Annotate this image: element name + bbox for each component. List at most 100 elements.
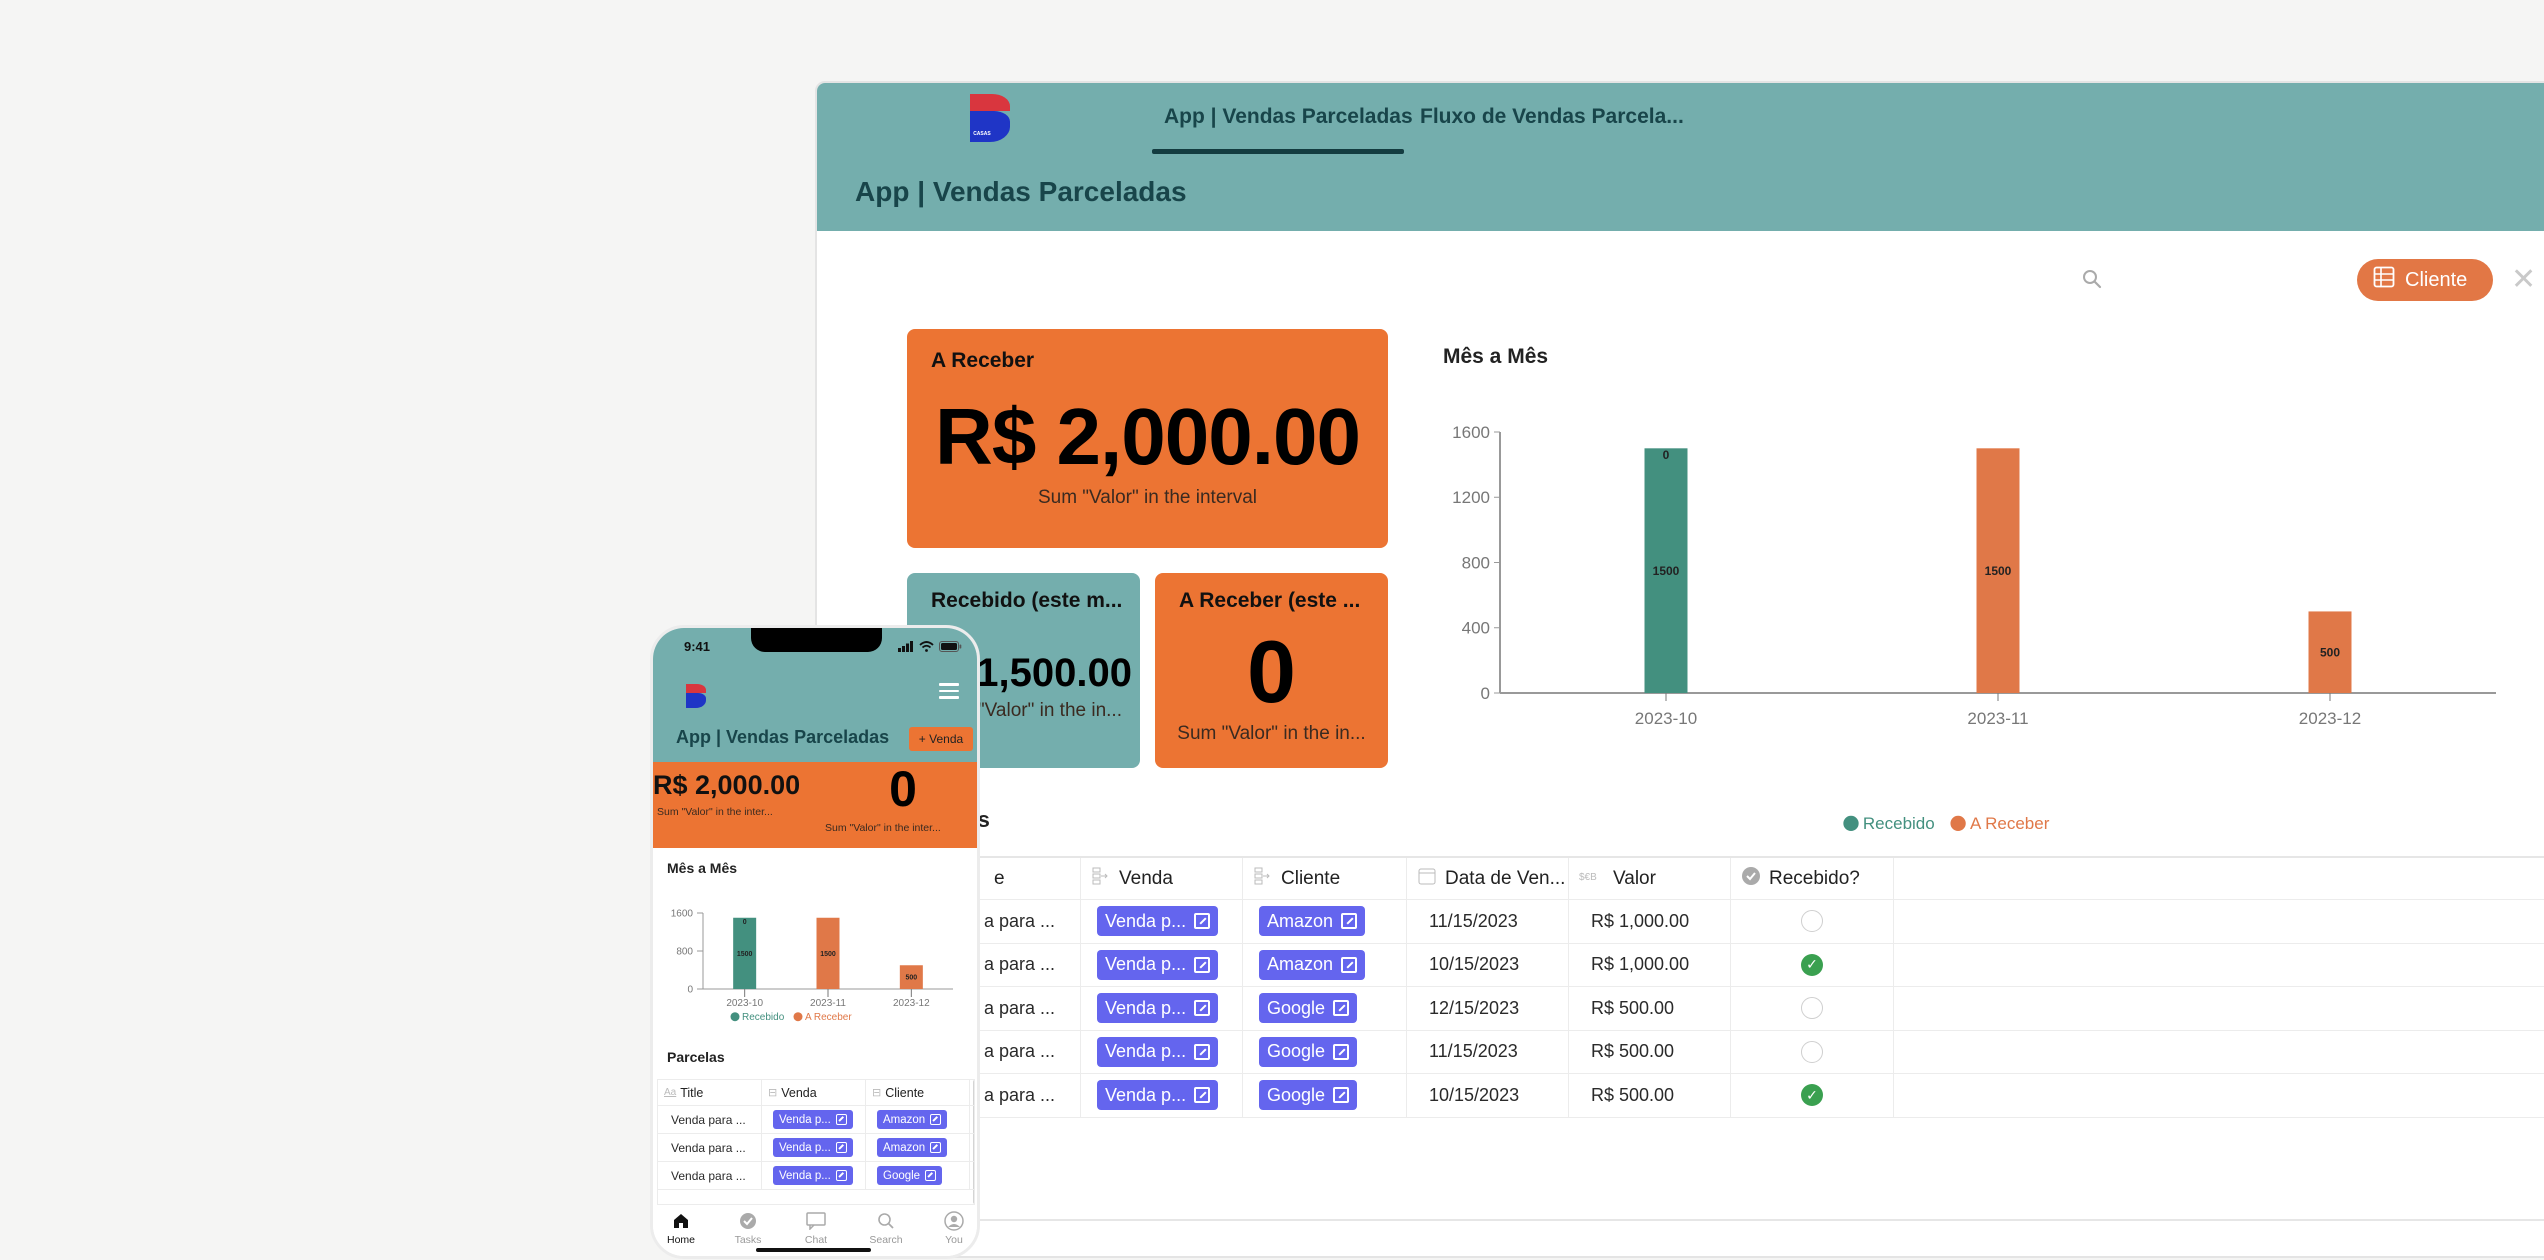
column-header-valor[interactable]: $€B Valor [1569, 858, 1731, 899]
search-icon[interactable] [2080, 267, 2104, 291]
column-header-label: Data de Ven... [1445, 867, 1566, 889]
unchecked-circle[interactable] [1801, 1040, 1823, 1063]
table-row[interactable]: a para ... Venda p... Google 10/15/2023 R$ 5… [817, 1074, 2544, 1118]
open-link-icon [835, 1142, 847, 1153]
column-header-cliente[interactable]: ⊟ Cliente [866, 1080, 970, 1105]
open-link-icon [925, 1170, 937, 1181]
venda-link-chip[interactable]: Venda p... [773, 1166, 853, 1185]
checked-icon[interactable]: ✓ [1801, 1084, 1823, 1107]
user-icon [924, 1211, 977, 1231]
cell-title: a para ... [984, 900, 1081, 943]
text-icon: Aa [664, 1087, 677, 1098]
column-header-title[interactable]: e [984, 858, 1081, 899]
cell-cliente: Google [866, 1162, 970, 1189]
cell-data: 11/15/2023 [1407, 1030, 1569, 1073]
nav-item-tasks[interactable]: Tasks [718, 1211, 778, 1246]
table-row[interactable]: Venda para ... Venda p... Google [658, 1162, 974, 1190]
close-icon[interactable]: ✕ [2511, 265, 2536, 295]
venda-link-chip[interactable]: Venda p... [773, 1110, 853, 1129]
mobile-total-subtitle: Sum "Valor" in the inter... [657, 806, 773, 818]
cell-recebido: ✓ [1731, 1074, 1894, 1117]
column-header-label: Recebido? [1769, 867, 1860, 889]
tab-fluxo-vendas-parceladas[interactable]: Fluxo de Vendas Parcela... [1420, 105, 1684, 129]
chip-label: Venda p... [1105, 997, 1187, 1018]
casas-bahia-logo[interactable]: CASAS [970, 94, 1010, 142]
nav-label: You [945, 1234, 963, 1246]
open-link-icon [1341, 956, 1358, 973]
signal-icon [898, 641, 913, 652]
cliente-filter-button[interactable]: Cliente [2357, 259, 2493, 301]
column-header-label: Venda [1119, 867, 1173, 889]
column-header-label: Cliente [885, 1085, 925, 1100]
bar-data-label: 1500 [1985, 564, 2012, 578]
legend-marker [1843, 815, 1859, 832]
column-header-label: Valor [1613, 867, 1656, 889]
open-link-icon [1333, 1043, 1350, 1060]
column-header-cliente[interactable]: Cliente [1243, 858, 1407, 899]
cliente-link-chip[interactable]: Google [1259, 1036, 1358, 1067]
card-title: A Receber [931, 349, 1035, 372]
open-link-icon [1194, 1000, 1211, 1017]
nav-item-search[interactable]: Search [856, 1211, 916, 1246]
checked-icon[interactable]: ✓ [1801, 953, 1823, 976]
table-row[interactable]: a para ... Venda p... Google 12/15/2023 R$ 5… [817, 987, 2544, 1031]
nav-item-you[interactable]: You [924, 1211, 977, 1246]
table-header-row: e Venda Cliente Data de Ven... $€B Valor Receb… [817, 858, 2544, 900]
column-header-recebido[interactable]: Recebido? [1731, 858, 1894, 899]
venda-link-chip[interactable]: Venda p... [1097, 949, 1219, 980]
nav-item-chat[interactable]: Chat [786, 1211, 846, 1246]
column-header-venda[interactable]: Venda [1081, 858, 1243, 899]
cliente-link-chip[interactable]: Google [1259, 1080, 1358, 1111]
cliente-link-chip[interactable]: Google [877, 1166, 943, 1185]
venda-link-chip[interactable]: Venda p... [1097, 1036, 1219, 1067]
card-value: R$ 2,000.00 [935, 392, 1361, 481]
venda-link-chip[interactable]: Venda p... [1097, 1080, 1219, 1111]
chip-label: Venda p... [1105, 1041, 1187, 1062]
cliente-link-chip[interactable]: Amazon [1259, 949, 1366, 980]
currency-icon: $€B [1579, 868, 1605, 890]
column-header-venda[interactable]: ⊟ Venda [762, 1080, 866, 1105]
y-tick-label: 800 [676, 947, 693, 958]
cell-recebido [1731, 900, 1894, 943]
mobile-parcelas-title: Parcelas [667, 1049, 725, 1065]
cell-recebido [1731, 987, 1894, 1030]
cliente-link-chip[interactable]: Google [1259, 993, 1358, 1024]
table-row[interactable]: Venda para ... Venda p... Amazon [658, 1106, 974, 1134]
venda-link-chip[interactable]: Venda p... [773, 1138, 853, 1157]
column-header-title[interactable]: Aa Title [658, 1080, 762, 1105]
nav-item-home[interactable]: Home [653, 1211, 711, 1246]
cell-venda: Venda p... [762, 1162, 866, 1189]
table-row[interactable]: a para ... Venda p... Amazon 10/15/2023 R$ 1… [817, 943, 2544, 987]
add-venda-button[interactable]: + Venda [909, 727, 973, 751]
casas-bahia-logo[interactable] [686, 684, 706, 708]
open-link-icon [1341, 913, 1358, 930]
active-tab-indicator [1152, 149, 1404, 154]
bar-data-label: 0 [743, 919, 747, 926]
unchecked-circle[interactable] [1801, 910, 1823, 933]
chip-label: Venda p... [779, 1169, 831, 1182]
cell-title: a para ... [984, 987, 1081, 1030]
menu-icon[interactable] [939, 683, 959, 703]
x-tick-label: 2023-10 [726, 998, 763, 1009]
open-link-icon [835, 1170, 847, 1181]
x-tick-label: 2023-11 [810, 998, 846, 1009]
column-header-data-de-ven[interactable]: Data de Ven... [1407, 858, 1569, 899]
venda-link-chip[interactable]: Venda p... [1097, 906, 1219, 937]
table-row[interactable]: Venda para ... Venda p... Amazon [658, 1134, 974, 1162]
cliente-link-chip[interactable]: Amazon [877, 1110, 948, 1129]
venda-link-chip[interactable]: Venda p... [1097, 993, 1219, 1024]
tab-app-vendas-parceladas[interactable]: App | Vendas Parceladas [1164, 105, 1413, 129]
legend-label: A Receber [805, 1012, 852, 1023]
open-link-icon [930, 1142, 942, 1153]
table-row[interactable]: a para ... Venda p... Amazon 11/15/2023 R$ 1… [817, 900, 2544, 944]
monthly-bar-chart: 0 400 800 1200 1600 1500 0 2023-10 1500 2023-11 50… [1452, 423, 2496, 833]
cliente-link-chip[interactable]: Amazon [877, 1138, 948, 1157]
mobile-preview: 9:41 App | Vendas Parceladas + Venda R$ … [650, 625, 980, 1259]
checkbox-icon [1741, 866, 1761, 892]
cliente-link-chip[interactable]: Amazon [1259, 906, 1366, 937]
cell-title: a para ... [984, 1030, 1081, 1073]
cell-valor: R$ 1,000.00 [1569, 900, 1731, 943]
x-tick-label: 2023-11 [1967, 709, 2028, 728]
unchecked-circle[interactable] [1801, 997, 1823, 1020]
table-row[interactable]: a para ... Venda p... Google 11/15/2023 R$ 5… [817, 1030, 2544, 1074]
